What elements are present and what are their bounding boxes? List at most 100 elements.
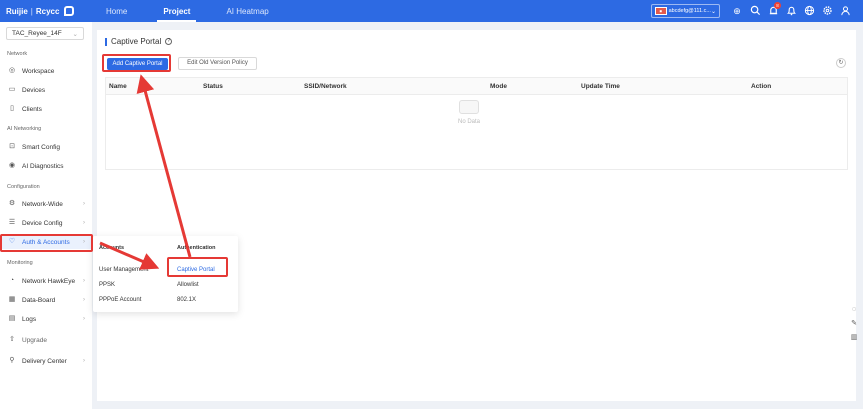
- empty-text: No Data: [458, 119, 481, 125]
- site-selector[interactable]: TAC_Reyee_14F ⌄: [6, 27, 84, 40]
- refresh-icon[interactable]: ↻: [836, 58, 846, 68]
- highlight-auth-accounts: [0, 234, 93, 252]
- empty-box-icon: [459, 100, 479, 114]
- sidebar-item-logs[interactable]: ▤ Logs ›: [0, 312, 92, 326]
- edit-icon[interactable]: ✎: [850, 319, 859, 328]
- brand-name: Ruijie: [6, 6, 28, 16]
- search-icon[interactable]: [749, 5, 761, 17]
- hawkeye-icon: ◔: [9, 277, 15, 284]
- notification-badge: 8: [774, 2, 781, 9]
- sidebar-item-label: Device Config: [22, 219, 63, 227]
- sidebar-item-devices[interactable]: ▭ Devices: [0, 83, 92, 97]
- smart-config-icon: ⊡: [9, 143, 15, 150]
- chat-icon[interactable]: ◌: [850, 305, 859, 314]
- empty-state: No Data: [458, 100, 480, 125]
- alarm-icon[interactable]: 8: [767, 2, 781, 17]
- highlight-add-button: [102, 54, 171, 72]
- workspace-icon: ◎: [8, 67, 16, 74]
- sidebar-item-label: Smart Config: [22, 143, 60, 151]
- upgrade-icon: ⇧: [9, 336, 15, 343]
- device-config-icon: ☰: [8, 219, 16, 226]
- sidebar-item-delivery-center[interactable]: ⚲ Delivery Center ›: [0, 354, 92, 368]
- brand-mark-icon: [64, 6, 75, 16]
- help-icon[interactable]: ?: [165, 38, 173, 45]
- chevron-down-icon: ⌄: [710, 8, 716, 15]
- sidebar-item-network-wide[interactable]: ⚙ Network-Wide ›: [0, 197, 92, 211]
- flyout-accounts-heading: Accounts: [99, 245, 125, 251]
- chevron-right-icon: ›: [83, 297, 85, 303]
- sidebar-item-label: Data-Board: [22, 296, 56, 304]
- gear-icon[interactable]: [821, 5, 833, 17]
- brand-separator: |: [30, 6, 33, 16]
- nav-project[interactable]: Project: [145, 0, 208, 22]
- sidebar-item-workspace[interactable]: ◎ Workspace: [0, 64, 92, 78]
- section-network: Network: [7, 51, 28, 57]
- site-name: TAC_Reyee_14F: [12, 30, 62, 37]
- captive-portal-table: Name Status SSID/Network Mode Update Tim…: [105, 77, 848, 170]
- sidebar-item-smart-config[interactable]: ⊡ Smart Config: [0, 140, 92, 154]
- account-email: abcdefg@111.c...: [668, 8, 711, 14]
- chevron-down-icon: ⌄: [72, 30, 78, 38]
- network-wide-icon: ⚙: [8, 200, 16, 207]
- menu-item-user-management[interactable]: User Management: [99, 267, 148, 273]
- sidebar: TAC_Reyee_14F ⌄ Network ◎ Workspace ▭ De…: [0, 22, 92, 409]
- brand-sub: Rcycc: [35, 6, 60, 16]
- sidebar-item-label: Network HawkEye: [22, 277, 76, 285]
- logs-icon: ▤: [8, 315, 16, 322]
- menu-item-pppoe-account[interactable]: PPPoE Account: [99, 297, 141, 303]
- data-board-icon: ▦: [8, 296, 16, 303]
- main-panel: Captive Portal ? Add Captive Portal Edit…: [97, 30, 856, 401]
- diagnostics-icon: ◉: [8, 162, 16, 169]
- nav-ai-heatmap[interactable]: AI Heatmap: [208, 0, 286, 22]
- column-ssid-network: SSID/Network: [304, 83, 347, 90]
- nav-home[interactable]: Home: [88, 0, 145, 22]
- page-title-text: Captive Portal: [111, 37, 162, 46]
- sidebar-item-label: AI Diagnostics: [22, 162, 64, 170]
- top-bar: Ruijie | Rcycc Home Project AI Heatmap ◼…: [0, 0, 863, 22]
- sidebar-item-label: Network-Wide: [22, 200, 63, 208]
- section-configuration: Configuration: [7, 184, 40, 190]
- menu-item-802-1x[interactable]: 802.1X: [177, 297, 196, 303]
- menu-item-allowlist[interactable]: Allowlist: [177, 282, 199, 288]
- section-ai: AI Networking: [7, 126, 42, 132]
- clients-icon: ▯: [10, 105, 14, 112]
- brand-logo[interactable]: Ruijie | Rcycc: [0, 6, 80, 16]
- sidebar-item-ai-diagnostics[interactable]: ◉ AI Diagnostics: [0, 159, 92, 173]
- sidebar-item-label: Workspace: [22, 67, 55, 75]
- bell-icon[interactable]: [785, 5, 797, 17]
- user-icon[interactable]: [839, 5, 851, 17]
- page-title: Captive Portal ?: [105, 37, 173, 46]
- flyout-authentication-heading: Authentication: [177, 245, 216, 251]
- column-name: Name: [109, 83, 127, 90]
- sidebar-item-device-config[interactable]: ☰ Device Config ›: [0, 216, 92, 230]
- avatar: ◼: [655, 7, 667, 15]
- sidebar-item-hawkeye[interactable]: ◔ Network HawkEye ›: [0, 274, 92, 288]
- sidebar-item-label: Delivery Center: [22, 357, 67, 365]
- chevron-right-icon: ›: [83, 220, 85, 226]
- chevron-right-icon: ›: [83, 201, 85, 207]
- table-header: Name Status SSID/Network Mode Update Tim…: [106, 78, 847, 95]
- column-mode: Mode: [490, 83, 507, 90]
- chevron-right-icon: ›: [83, 358, 85, 364]
- column-update-time: Update Time: [581, 83, 620, 90]
- add-circle-icon[interactable]: ⊕: [731, 5, 743, 17]
- chevron-right-icon: ›: [83, 316, 85, 322]
- sidebar-item-label: Clients: [22, 105, 42, 113]
- account-selector[interactable]: ◼ abcdefg@111.c... ⌄: [651, 4, 720, 18]
- clipboard-icon[interactable]: ▥: [850, 333, 859, 342]
- chevron-right-icon: ›: [83, 278, 85, 284]
- toolbar-icons: ⊕ 8: [731, 2, 851, 17]
- delivery-icon: ⚲: [9, 357, 15, 364]
- main-nav: Home Project AI Heatmap: [88, 0, 287, 22]
- sidebar-item-upgrade[interactable]: ⇧ Upgrade: [0, 333, 92, 347]
- section-monitoring: Monitoring: [7, 260, 33, 266]
- floating-toolbar: ◌ ✎ ▥: [845, 302, 863, 348]
- column-action: Action: [751, 83, 772, 90]
- column-status: Status: [203, 83, 223, 90]
- menu-item-ppsk[interactable]: PPSK: [99, 282, 115, 288]
- globe-icon[interactable]: [803, 5, 815, 17]
- edit-old-version-policy-button[interactable]: Edit Old Version Policy: [178, 57, 257, 70]
- highlight-captive-portal: [167, 257, 228, 277]
- sidebar-item-data-board[interactable]: ▦ Data-Board ›: [0, 293, 92, 307]
- sidebar-item-clients[interactable]: ▯ Clients: [0, 102, 92, 116]
